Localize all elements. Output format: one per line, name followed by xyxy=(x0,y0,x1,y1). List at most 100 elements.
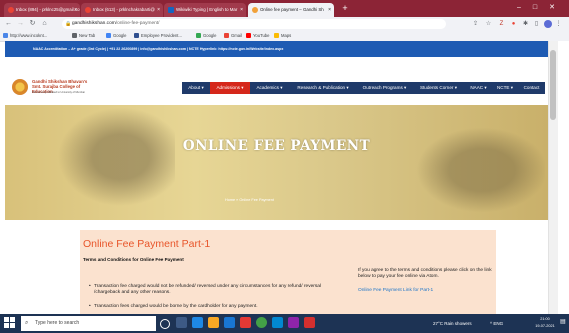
scrollbar-thumb[interactable] xyxy=(550,50,556,120)
nav-outreach-programs[interactable]: Outreach Programs ▾ xyxy=(357,82,412,94)
bookmark-label: Maps xyxy=(281,33,292,38)
bookmark-label: Google xyxy=(113,33,127,38)
tab-label: Inbox (894) - prklnc25@gmail.co xyxy=(16,7,80,12)
bookmark-label: YouTube xyxy=(253,33,270,38)
extension-icon[interactable]: Z xyxy=(497,19,506,29)
gmail-icon xyxy=(224,33,229,39)
bookmark-label: Gmail xyxy=(231,33,242,38)
clock-time: 21:00 xyxy=(540,317,550,321)
bookmark-employee-provident[interactable]: Employee Provident... xyxy=(134,31,182,41)
bookmark-gmail[interactable]: Gmail xyxy=(224,31,242,41)
file-explorer-icon[interactable] xyxy=(208,317,219,328)
terms-title: Terms and Conditions for Online Fee Paym… xyxy=(83,257,184,262)
extension-icon[interactable]: ● xyxy=(509,19,518,29)
url-path: /online-fee-payment/ xyxy=(115,21,160,26)
app-icon[interactable] xyxy=(304,317,315,328)
home-icon[interactable]: ⌂ xyxy=(40,18,49,30)
youtube-icon xyxy=(246,33,251,39)
page-title: ONLINE FEE PAYMENT xyxy=(182,138,371,154)
close-icon[interactable]: × xyxy=(157,3,160,17)
bookmark-maps[interactable]: Maps xyxy=(274,31,291,41)
office-icon[interactable] xyxy=(240,317,251,328)
telegram-icon[interactable] xyxy=(272,317,283,328)
bookmark-label: http://www.incoknt... xyxy=(10,33,48,38)
nav-research-publication[interactable]: Research & Publication ▾ xyxy=(289,82,357,94)
nav-students-corner[interactable]: Students Corner ▾ xyxy=(412,82,465,94)
puzzle-icon[interactable]: ✱ xyxy=(521,19,530,29)
college-affiliation: Permanently affiliated to University of … xyxy=(32,91,85,94)
tab-label: Inbox (613) - prklnchakrabarti@ xyxy=(93,7,155,12)
close-icon[interactable]: × xyxy=(240,3,243,17)
forward-icon[interactable]: → xyxy=(16,18,25,30)
app-icon[interactable] xyxy=(288,317,299,328)
banner-photo-figure xyxy=(405,120,545,220)
cortana-icon[interactable] xyxy=(160,319,170,329)
globe-icon xyxy=(3,33,8,39)
bookmark-google-2[interactable]: Google xyxy=(196,31,217,41)
terms-bullet-text: Transaction fee charged would not be ref… xyxy=(94,284,321,295)
breadcrumb[interactable]: Home » Online Fee Payment xyxy=(225,198,274,202)
bookmark-youtube[interactable]: YouTube xyxy=(246,31,269,41)
tab-wikiwiki[interactable]: Wikiwiki Typing | English to Mar × xyxy=(164,3,246,17)
bookmark-new-tab[interactable]: New Tab xyxy=(72,31,95,41)
back-icon[interactable]: ← xyxy=(4,18,13,30)
nav-naac[interactable]: NAAC ▾ xyxy=(465,82,492,94)
url-domain: gandhishikshan.com xyxy=(72,21,116,26)
edge-icon[interactable] xyxy=(192,317,203,328)
nav-about[interactable]: About ▾ xyxy=(182,82,210,94)
bookmark-incoknt[interactable]: http://www.incoknt... xyxy=(3,31,47,41)
terms-bullet: Transaction fees charged would be borne … xyxy=(83,304,333,310)
site-icon xyxy=(252,6,258,13)
minimize-icon[interactable]: – xyxy=(512,2,526,14)
new-tab-button[interactable]: + xyxy=(340,3,350,13)
maximize-icon[interactable]: □ xyxy=(528,2,542,14)
clock-date: 19-07-2021 xyxy=(535,324,555,328)
epf-icon xyxy=(134,33,139,39)
tab-online-fee-payment[interactable]: Online fee payment – Gandhi Sh × xyxy=(248,3,334,17)
system-tray[interactable]: ^ ENG xyxy=(490,316,503,331)
online-fee-payment-link[interactable]: Online Fee Payment Link for Part-1 xyxy=(358,288,433,293)
tab-label: Wikiwiki Typing | English to Mar xyxy=(176,7,238,12)
url-text[interactable]: gandhishikshan.com/online-fee-payment/ xyxy=(72,19,159,29)
maps-icon xyxy=(274,33,279,39)
close-icon[interactable]: × xyxy=(74,3,77,17)
college-logo-icon[interactable] xyxy=(12,79,28,95)
tab-gmail-2[interactable]: Inbox (613) - prklnchakrabarti@ × xyxy=(81,3,163,17)
reload-icon[interactable]: ↻ xyxy=(28,18,37,30)
close-icon[interactable]: × xyxy=(328,3,331,17)
nav-contact[interactable]: Contact xyxy=(518,82,545,94)
google-icon xyxy=(106,33,111,39)
bookmark-label: Google xyxy=(203,33,217,38)
weather-widget[interactable]: 27°C Rain showers xyxy=(433,316,472,331)
bookmark-label: New Tab xyxy=(79,33,96,38)
close-window-icon[interactable]: ✕ xyxy=(545,2,559,14)
lock-icon[interactable]: 🔒 xyxy=(65,19,71,29)
share-icon[interactable]: ⇪ xyxy=(471,19,480,29)
clock[interactable]: 21:00 19-07-2021 xyxy=(532,316,558,330)
gmail-icon xyxy=(8,6,14,13)
star-icon[interactable]: ☆ xyxy=(484,19,493,29)
wiki-icon xyxy=(168,6,174,13)
task-view-icon[interactable] xyxy=(176,317,187,328)
mail-icon[interactable] xyxy=(224,317,235,328)
globe-icon xyxy=(72,33,77,39)
section-heading: Online Fee Payment Part-1 xyxy=(83,238,211,250)
nav-admissions[interactable]: Admissions ▾ xyxy=(210,82,250,94)
avatar[interactable] xyxy=(544,20,552,28)
notification-icon[interactable]: ▤ xyxy=(560,318,567,327)
kebab-menu-icon[interactable]: ⋮ xyxy=(554,19,563,29)
search-icon: ⌕ xyxy=(25,320,29,326)
nav-ncte[interactable]: NCTE ▾ xyxy=(492,82,518,94)
chrome-icon[interactable] xyxy=(256,317,267,328)
bookmark-google[interactable]: Google xyxy=(106,31,127,41)
windows-start-icon[interactable] xyxy=(4,317,16,329)
agree-instructions: If you agree to the terms and conditions… xyxy=(358,268,492,280)
google-icon xyxy=(196,33,201,39)
tab-gmail-1[interactable]: Inbox (894) - prklnc25@gmail.co × xyxy=(4,3,80,17)
taskbar-search-placeholder[interactable]: Type here to search xyxy=(35,316,79,331)
bookmark-label: Employee Provident... xyxy=(141,33,182,38)
gmail-icon xyxy=(85,6,91,13)
nav-academics[interactable]: Academics ▾ xyxy=(250,82,289,94)
sidebar-icon[interactable]: ▯ xyxy=(532,19,541,29)
banner-photo-figure xyxy=(40,105,175,220)
